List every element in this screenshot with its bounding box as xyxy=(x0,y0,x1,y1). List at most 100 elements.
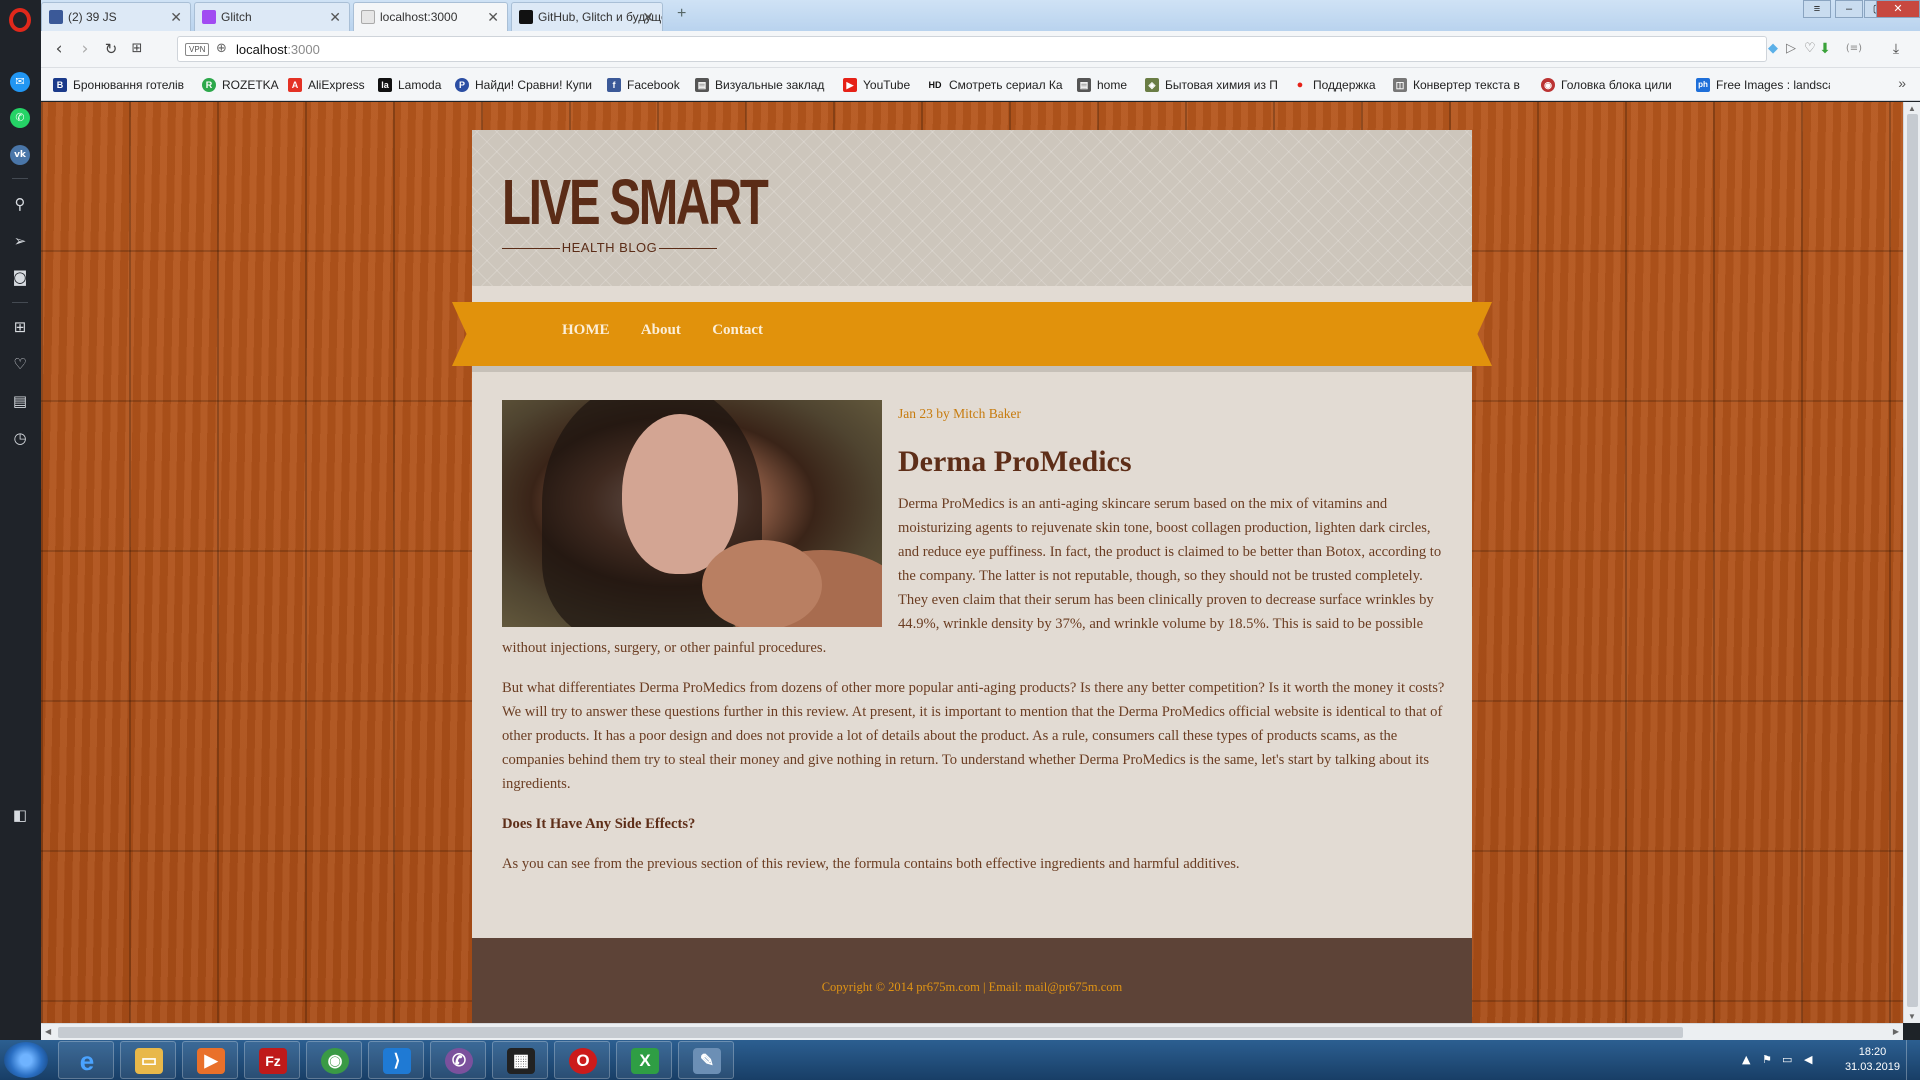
bookmark-item[interactable]: R ROZETKA xyxy=(202,76,282,94)
bookmark-item[interactable]: ▶ YouTube xyxy=(843,76,915,94)
bookmark-item[interactable]: ph Free Images : landsca xyxy=(1696,76,1830,94)
bookmark-label: YouTube xyxy=(863,78,911,92)
vertical-scrollbar[interactable]: ▲ ▼ xyxy=(1903,102,1920,1023)
lamoda-icon: la xyxy=(378,78,392,92)
history-icon[interactable]: ◷ xyxy=(10,428,30,448)
camera-icon[interactable]: ◙ xyxy=(10,267,30,287)
window-close-button[interactable]: ✕ xyxy=(1876,0,1920,18)
opera-menu-icon[interactable] xyxy=(9,8,31,32)
heart-icon[interactable]: ♡ xyxy=(1804,41,1816,56)
clock-date: 31.03.2019 xyxy=(1844,1061,1900,1073)
new-tab-button[interactable]: + xyxy=(677,6,693,22)
bookmark-item[interactable]: ◫ Конвертер текста в xyxy=(1393,76,1529,94)
network-icon[interactable]: ▭ xyxy=(1782,1053,1792,1066)
taskbar-app[interactable]: e xyxy=(58,1041,114,1079)
search-icon[interactable]: ⚲ xyxy=(10,194,30,214)
bookmarks-overflow-icon[interactable]: » xyxy=(1898,75,1906,91)
sidebar-toggle-icon[interactable]: ◧ xyxy=(10,805,30,825)
messenger-icon[interactable]: ✉ xyxy=(10,72,30,92)
page-icon: ▤ xyxy=(1077,78,1091,92)
clock[interactable]: 18:20 31.03.2019 xyxy=(1845,1045,1900,1075)
sidebar-divider xyxy=(12,302,28,303)
bookmark-item[interactable]: A AliExpress xyxy=(288,76,366,94)
tabs-grid-icon[interactable]: ⊞ xyxy=(127,39,147,59)
bookmark-item[interactable]: ▤ home xyxy=(1077,76,1139,94)
news-icon[interactable]: ▤ xyxy=(10,391,30,411)
vpn-badge[interactable]: VPN xyxy=(185,43,210,56)
speed-dial-icon[interactable]: ⊞ xyxy=(10,317,30,337)
taskbar-app[interactable]: ◉ xyxy=(306,1041,362,1079)
bookmark-label: Смотреть сериал Ка xyxy=(949,78,1063,92)
bookmark-item[interactable]: f Facebook xyxy=(607,76,687,94)
vertical-scroll-thumb[interactable] xyxy=(1907,114,1918,1007)
bookmark-item[interactable]: P Найди! Сравни! Купи xyxy=(455,76,595,94)
tab[interactable]: GitHub, Glitch и будущее ✕ xyxy=(511,2,663,31)
tab[interactable]: Glitch ✕ xyxy=(194,2,350,31)
bookmark-item[interactable]: ▤ Визуальные заклад xyxy=(695,76,831,94)
scroll-up-icon[interactable]: ▲ xyxy=(1908,104,1916,113)
price-compare-icon: P xyxy=(455,78,469,92)
close-icon[interactable]: ✕ xyxy=(170,3,182,31)
taskbar-app[interactable]: O xyxy=(554,1041,610,1079)
bookmark-item[interactable]: HD Смотреть сериал Ка xyxy=(925,76,1065,94)
site-logo[interactable]: LIVE SMART HEALTH BLOG xyxy=(502,168,769,258)
download-arrow-icon[interactable]: ⬇ xyxy=(1815,39,1835,59)
taskbar-app[interactable]: ▭ xyxy=(120,1041,176,1079)
vscode-icon: ⟩ xyxy=(383,1048,411,1074)
nav-link-home[interactable]: HOME xyxy=(562,322,610,339)
article-image[interactable] xyxy=(502,400,882,627)
bookmark-label: Lamoda xyxy=(398,78,442,92)
taskbar-app[interactable]: ✎ xyxy=(678,1041,734,1079)
tab[interactable]: (2) 39 JS ✕ xyxy=(41,2,191,31)
menu-button[interactable]: ≡ xyxy=(1803,0,1831,18)
start-button[interactable] xyxy=(4,1042,48,1078)
nav-link-about[interactable]: About xyxy=(641,322,681,339)
url-input[interactable]: VPN ⊕ localhost:3000 ◆ ▷ ♡ xyxy=(177,36,1816,62)
downloads-icon[interactable]: ⤓ xyxy=(1886,39,1906,59)
bookmark-item[interactable]: B Бронювання готелів xyxy=(53,76,193,94)
close-icon[interactable]: ✕ xyxy=(487,3,499,31)
bookmark-item[interactable]: ● Поддержка xyxy=(1293,76,1387,94)
horizontal-scroll-thumb[interactable] xyxy=(58,1027,1683,1038)
show-desktop-button[interactable] xyxy=(1906,1040,1920,1080)
bookmark-label: Головка блока цили xyxy=(1561,78,1672,92)
flag-icon[interactable]: ⚑ xyxy=(1762,1053,1772,1066)
back-icon[interactable]: ‹ xyxy=(49,39,69,59)
bookmark-label: Визуальные заклад xyxy=(715,78,825,92)
send-icon[interactable]: ➢ xyxy=(10,231,30,251)
bookmark-item[interactable]: ◉ Головка блока цили xyxy=(1541,76,1685,94)
nav-link-contact[interactable]: Contact xyxy=(712,322,763,339)
scroll-down-icon[interactable]: ▼ xyxy=(1908,1012,1916,1021)
forward-icon[interactable]: › xyxy=(75,39,95,59)
vk-icon[interactable]: vk xyxy=(10,145,30,165)
scroll-left-icon[interactable]: ◀ xyxy=(45,1027,51,1036)
heart-icon[interactable]: ♡ xyxy=(10,354,30,374)
close-icon[interactable]: ✕ xyxy=(329,3,341,31)
close-icon[interactable]: ✕ xyxy=(642,3,654,31)
tray-expand-icon[interactable]: ▲ xyxy=(1742,1053,1750,1066)
cube-icon[interactable]: ◆ xyxy=(1768,41,1778,56)
clock-time: 18:20 xyxy=(1858,1046,1887,1058)
bookmark-item[interactable]: ◈ Бытовая химия из П xyxy=(1145,76,1281,94)
taskbar-app[interactable]: ▦ xyxy=(492,1041,548,1079)
tab-active[interactable]: localhost:3000 ✕ xyxy=(353,2,508,31)
url-text[interactable]: localhost:3000 xyxy=(236,42,320,57)
taskbar-app[interactable]: ⟩ xyxy=(368,1041,424,1079)
whatsapp-icon[interactable]: ✆ xyxy=(10,108,30,128)
bookmark-label: Найди! Сравни! Купи xyxy=(475,78,592,92)
volume-icon[interactable]: ◀ xyxy=(1804,1053,1812,1066)
article-paragraph: As you can see from the previous section… xyxy=(502,856,1240,872)
taskbar-app[interactable]: ▶ xyxy=(182,1041,238,1079)
image-hand xyxy=(702,540,822,627)
reload-icon[interactable]: ↻ xyxy=(101,39,121,59)
extension-icon[interactable]: (≡) xyxy=(1844,39,1864,59)
taskbar-app[interactable]: Fz xyxy=(244,1041,300,1079)
horizontal-scrollbar[interactable]: ◀ ▶ xyxy=(41,1023,1903,1040)
taskbar-app[interactable]: X xyxy=(616,1041,672,1079)
scroll-right-icon[interactable]: ▶ xyxy=(1893,1027,1899,1036)
send-icon[interactable]: ▷ xyxy=(1786,41,1796,56)
minimize-button[interactable]: – xyxy=(1835,0,1863,18)
taskbar-app[interactable]: ✆ xyxy=(430,1041,486,1079)
bookmark-item[interactable]: la Lamoda xyxy=(378,76,444,94)
bookmark-label: AliExpress xyxy=(308,78,365,92)
